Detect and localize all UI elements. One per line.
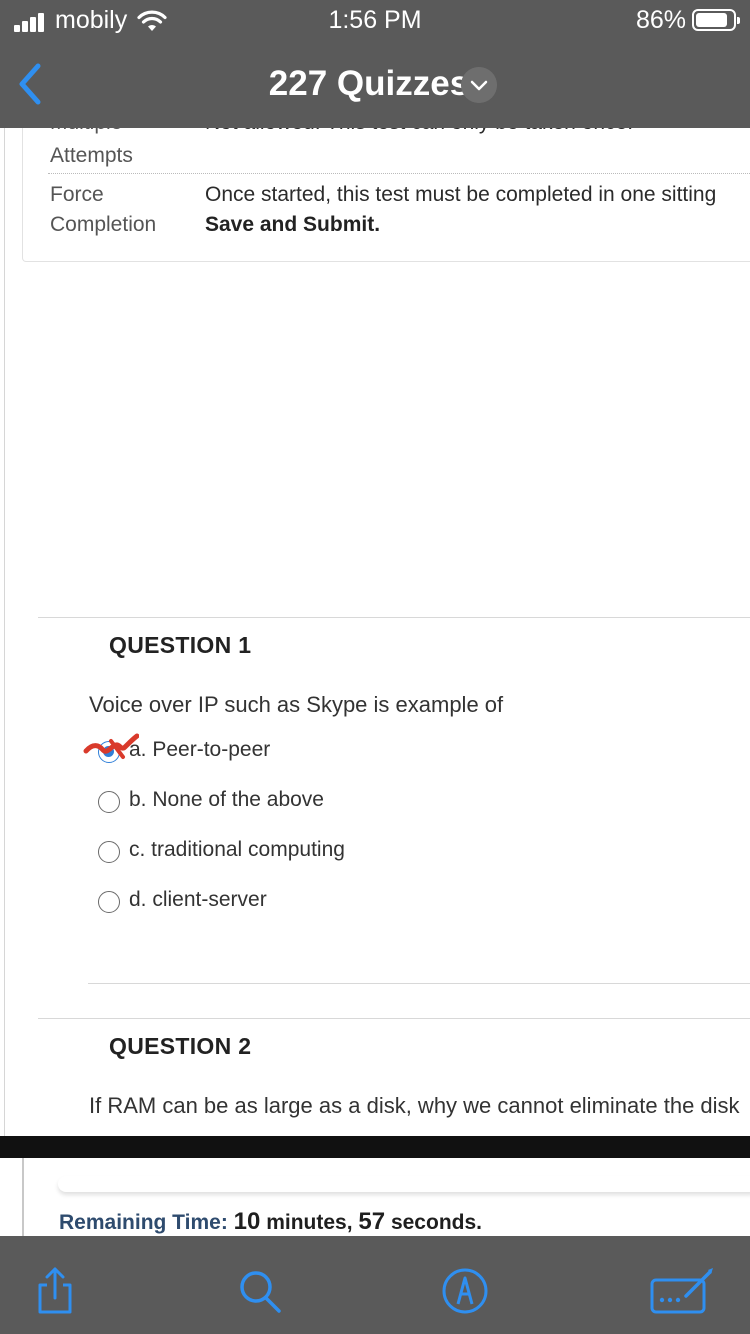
info-label-attempts: Attempts: [50, 144, 133, 167]
info-value-force-completion: Once started, this test must be complete…: [205, 183, 717, 206]
question-divider: [38, 617, 750, 618]
remaining-time: Remaining Time: 10 minutes, 57 seconds.: [59, 1208, 482, 1236]
keyboard-icon[interactable]: [650, 1266, 716, 1316]
red-scribble-mark-icon: [83, 733, 139, 759]
markup-icon[interactable]: [440, 1266, 490, 1316]
minutes-unit: minutes,: [266, 1211, 353, 1234]
quiz-content[interactable]: Multiple Not allowed. This test can only…: [0, 128, 750, 1136]
timer-area: Remaining Time: 10 minutes, 57 seconds.: [0, 1158, 750, 1248]
info-value-save-submit: Save and Submit.: [205, 213, 381, 236]
option-label: b. None of the above: [129, 788, 324, 811]
option-label: a. Peer-to-peer: [129, 738, 271, 761]
chevron-down-icon[interactable]: [461, 67, 497, 103]
question-2-text: If RAM can be as large as a disk, why we…: [89, 1093, 740, 1118]
question-1-text: Voice over IP such as Skype is example o…: [89, 692, 504, 717]
info-value-multiple-attempts: Not allowed. This test can only be taken…: [205, 128, 633, 138]
search-icon[interactable]: [235, 1266, 285, 1316]
battery-fill: [696, 13, 727, 27]
question-2-title: QUESTION 2: [109, 1033, 252, 1059]
page-title[interactable]: 227 Quizzes: [0, 64, 750, 104]
question-divider: [38, 1018, 750, 1019]
content-left-border: [4, 128, 5, 1136]
option-label: c. traditional computing: [129, 838, 345, 861]
bottom-toolbar: [0, 1236, 750, 1334]
question-1-title: QUESTION 1: [109, 632, 252, 658]
remaining-seconds: 57: [358, 1208, 386, 1235]
battery-percentage: 86%: [635, 6, 686, 34]
question-end-divider: [88, 983, 750, 984]
info-divider: [48, 173, 750, 174]
top-bar: mobily 1:56 PM 86% 227 Quizzes: [0, 0, 750, 128]
status-bar: mobily 1:56 PM 86%: [0, 0, 750, 42]
remaining-minutes: 10: [233, 1208, 261, 1235]
share-icon[interactable]: [30, 1266, 80, 1316]
info-label-completion: Completion: [50, 213, 157, 236]
timer-card-top: [58, 1176, 750, 1192]
radio-button[interactable]: [98, 891, 120, 913]
separator-bar: [0, 1136, 750, 1158]
info-label-multiple: Multiple: [50, 128, 190, 138]
radio-button[interactable]: [98, 841, 120, 863]
seconds-unit: seconds.: [390, 1211, 482, 1234]
navigation-bar: 227 Quizzes: [0, 42, 750, 128]
radio-button[interactable]: [98, 791, 120, 813]
remaining-time-label: Remaining Time:: [59, 1211, 228, 1234]
info-label-force: Force: [50, 183, 104, 206]
option-label: d. client-server: [129, 888, 267, 911]
battery-icon: [692, 9, 740, 31]
